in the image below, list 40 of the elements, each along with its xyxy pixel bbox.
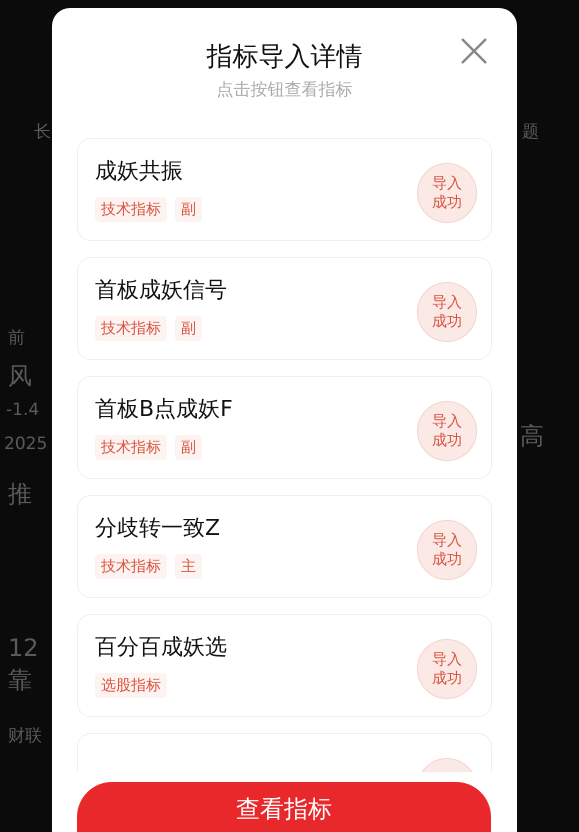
indicator-card[interactable]: 成妖共振 技术指标 副 导入成功: [77, 138, 492, 241]
background-text: 12: [8, 633, 39, 664]
background-text: 风: [8, 361, 32, 392]
close-button[interactable]: [459, 36, 489, 66]
indicator-card[interactable]: 分歧转一致Z 技术指标 主 导入成功: [77, 495, 492, 598]
background-text: -1.4: [6, 399, 40, 422]
status-badge: 导入成功: [417, 282, 477, 342]
close-icon: [459, 36, 489, 66]
tag: 副: [175, 316, 202, 340]
indicator-card[interactable]: 首板B点成妖F 技术指标 副 导入成功: [77, 376, 492, 479]
tag: 技术指标: [95, 316, 167, 340]
status-badge: 导入成功: [417, 639, 477, 699]
tag: 技术指标: [95, 554, 167, 578]
indicator-name: 首板成妖信号: [95, 277, 228, 305]
background-text: 财联: [8, 725, 42, 748]
indicator-name: 首板B点成妖F: [95, 396, 234, 424]
view-indicators-button[interactable]: 查看指标: [77, 782, 491, 832]
tag: 主: [175, 554, 202, 578]
tag: 选股指标: [95, 673, 167, 698]
indicator-card[interactable]: 首板成妖信号 技术指标 副 导入成功: [77, 257, 492, 360]
status-badge: 导入成功: [417, 520, 477, 580]
background-text: 推: [8, 479, 32, 510]
dialog-subtitle: 点击按钮查看指标: [216, 79, 352, 102]
indicator-name: 成妖共振: [95, 158, 184, 186]
indicator-name: 分歧转一致Z: [95, 515, 222, 543]
background-text: 靠: [8, 665, 32, 696]
background-text: 高: [520, 421, 544, 452]
background-text: 题: [522, 121, 539, 144]
dialog-title: 指标导入详情: [206, 41, 362, 74]
tag: 副: [175, 435, 202, 460]
tag: 技术指标: [95, 197, 167, 222]
status-badge: 导入成功: [417, 401, 477, 461]
background-text: 2025: [4, 433, 48, 456]
indicator-card[interactable]: 百分百成妖选 选股指标 导入成功: [77, 614, 492, 717]
status-badge: 导入成功: [417, 163, 477, 223]
indicator-name: 百分百成妖选: [95, 634, 228, 662]
background-text: 长: [34, 121, 51, 144]
tag: 副: [175, 197, 202, 222]
background-text: 前: [8, 327, 25, 350]
tag: 技术指标: [95, 435, 167, 460]
